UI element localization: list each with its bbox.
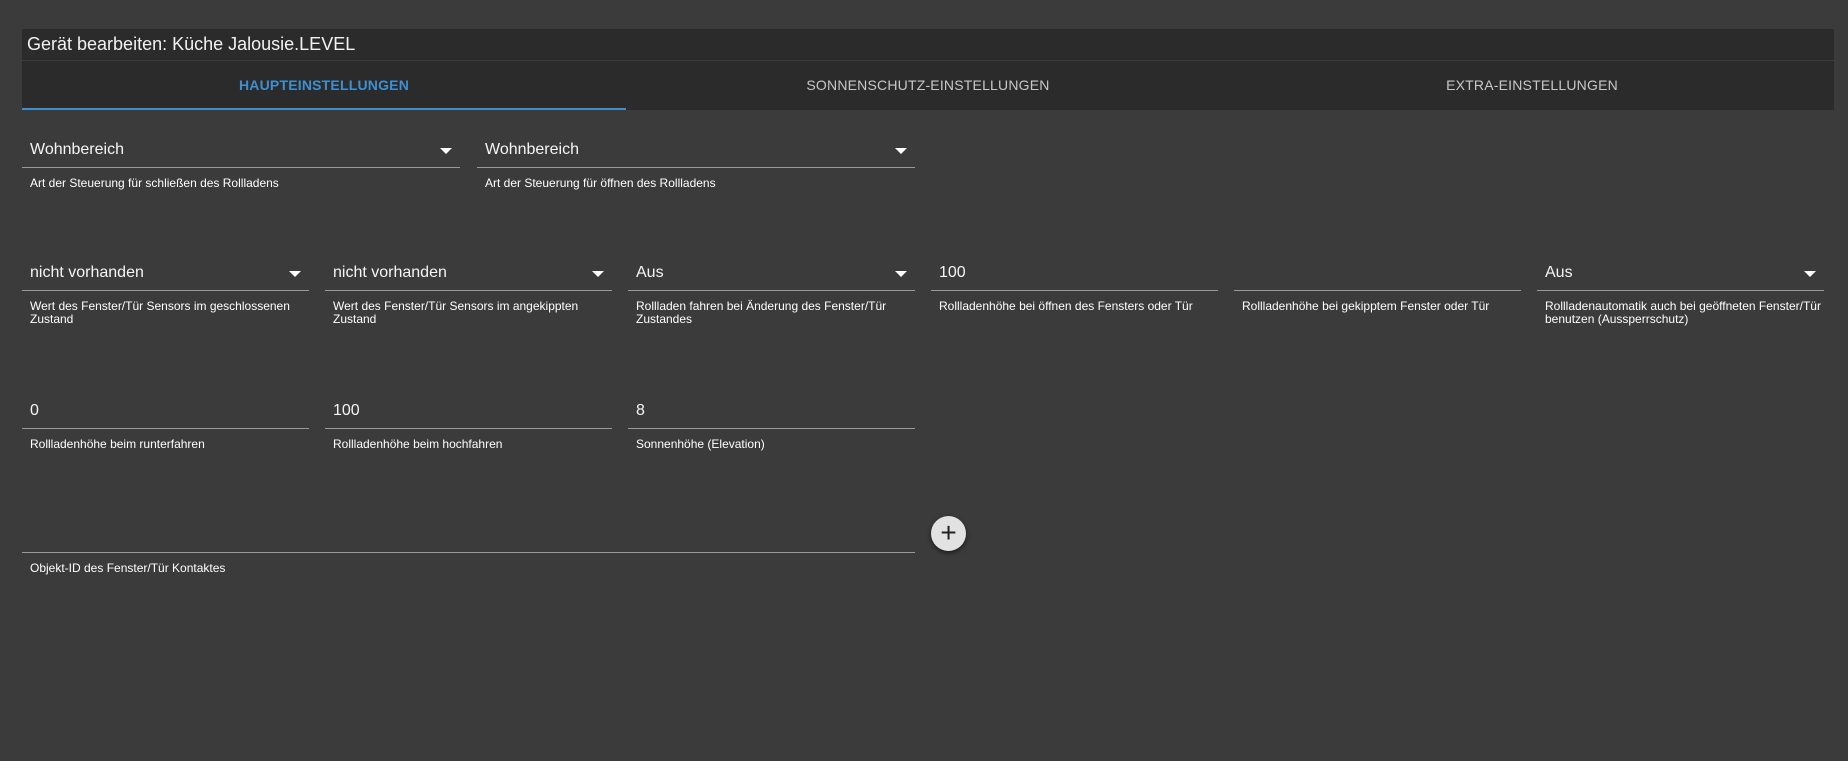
caret-down-icon <box>895 148 907 154</box>
height-window-tilted-label: Rollladenhöhe bei gekipptem Fenster oder… <box>1242 299 1490 313</box>
close-control-label: Art der Steuerung für schließen des Roll… <box>30 176 279 190</box>
plus-icon: + <box>940 517 957 548</box>
contact-object-id-value[interactable] <box>22 522 915 553</box>
height-down-input[interactable]: 0 Rollladenhöhe beim runterfahren <box>22 398 309 451</box>
open-control-value: Wohnbereich <box>485 141 579 158</box>
lockout-protection-label: Rollladenautomatik auch bei geöffneten F… <box>1545 299 1821 326</box>
contact-object-id-input[interactable]: Objekt-ID des Fenster/Tür Kontaktes <box>22 522 915 575</box>
sensor-closed-value: nicht vorhanden <box>30 264 144 281</box>
sun-elevation-value[interactable]: 8 <box>628 398 915 429</box>
caret-down-icon <box>592 271 604 277</box>
sensor-tilted-value: nicht vorhanden <box>333 264 447 281</box>
caret-down-icon <box>1804 271 1816 277</box>
tab-sonnenschutz-einstellungen[interactable]: SONNENSCHUTZ-EINSTELLUNGEN <box>626 61 1230 110</box>
tab-haupteinstellungen[interactable]: HAUPTEINSTELLUNGEN <box>22 61 626 110</box>
close-control-value: Wohnbereich <box>30 141 124 158</box>
height-window-open-value[interactable]: 100 <box>931 260 1218 291</box>
height-up-label: Rollladenhöhe beim hochfahren <box>333 437 503 451</box>
sensor-closed-select[interactable]: nicht vorhanden Wert des Fenster/Tür Sen… <box>22 260 309 326</box>
open-control-select[interactable]: Wohnbereich Art der Steuerung für öffnen… <box>477 137 915 190</box>
height-window-tilted-value[interactable] <box>1234 260 1521 291</box>
open-control-label: Art der Steuerung für öffnen des Rolllad… <box>485 176 716 190</box>
height-window-open-input[interactable]: 100 Rollladenhöhe bei öffnen des Fenster… <box>931 260 1218 313</box>
add-button[interactable]: + <box>931 516 966 551</box>
height-up-input[interactable]: 100 Rollladenhöhe beim hochfahren <box>325 398 612 451</box>
sensor-tilted-label: Wert des Fenster/Tür Sensors im angekipp… <box>333 299 579 326</box>
close-control-select[interactable]: Wohnbereich Art der Steuerung für schlie… <box>22 137 460 190</box>
drive-on-change-label: Rollladen fahren bei Änderung des Fenste… <box>636 299 887 326</box>
sensor-tilted-select[interactable]: nicht vorhanden Wert des Fenster/Tür Sen… <box>325 260 612 326</box>
lockout-protection-select[interactable]: Aus Rollladenautomatik auch bei geöffnet… <box>1537 260 1824 326</box>
sun-elevation-input[interactable]: 8 Sonnenhöhe (Elevation) <box>628 398 915 451</box>
sensor-closed-label: Wert des Fenster/Tür Sensors im geschlos… <box>30 299 290 326</box>
contact-object-id-label: Objekt-ID des Fenster/Tür Kontaktes <box>30 561 226 575</box>
height-window-tilted-input[interactable]: Rollladenhöhe bei gekipptem Fenster oder… <box>1234 260 1521 313</box>
height-window-open-label: Rollladenhöhe bei öffnen des Fensters od… <box>939 299 1193 313</box>
height-up-value[interactable]: 100 <box>325 398 612 429</box>
lockout-protection-value: Aus <box>1545 264 1573 281</box>
caret-down-icon <box>289 271 301 277</box>
dialog-title: Gerät bearbeiten: Küche Jalousie.LEVEL <box>22 29 1834 60</box>
drive-on-change-value: Aus <box>636 264 664 281</box>
caret-down-icon <box>895 271 907 277</box>
caret-down-icon <box>440 148 452 154</box>
height-down-value[interactable]: 0 <box>22 398 309 429</box>
height-down-label: Rollladenhöhe beim runterfahren <box>30 437 205 451</box>
drive-on-change-select[interactable]: Aus Rollladen fahren bei Änderung des Fe… <box>628 260 915 326</box>
tab-bar: HAUPTEINSTELLUNGEN SONNENSCHUTZ-EINSTELL… <box>22 61 1834 110</box>
tab-extra-einstellungen[interactable]: EXTRA-EINSTELLUNGEN <box>1230 61 1834 110</box>
sun-elevation-label: Sonnenhöhe (Elevation) <box>636 437 765 451</box>
